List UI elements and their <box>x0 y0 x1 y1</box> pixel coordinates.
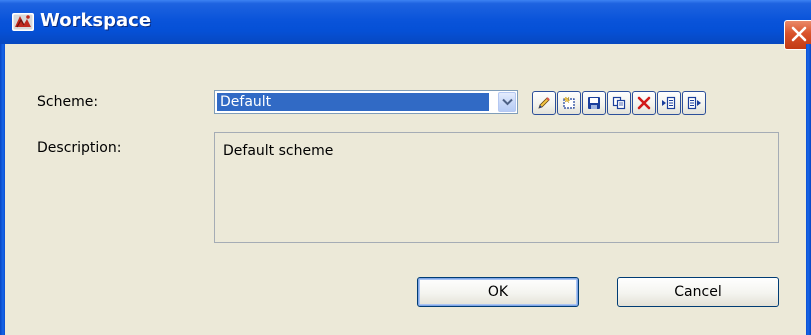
description-label: Description: <box>37 140 122 156</box>
description-text: Default scheme <box>223 143 334 159</box>
save-icon <box>588 97 600 109</box>
close-icon <box>791 26 807 42</box>
delete-scheme-button[interactable] <box>632 91 656 115</box>
window-frame-right <box>806 44 811 335</box>
scheme-dropdown-button[interactable] <box>498 92 516 112</box>
save-scheme-button[interactable] <box>582 91 606 115</box>
import-icon <box>662 96 676 110</box>
export-scheme-button[interactable] <box>682 91 706 115</box>
new-scheme-icon <box>563 96 575 109</box>
scheme-label: Scheme: <box>37 94 99 110</box>
import-scheme-button[interactable] <box>657 91 681 115</box>
cancel-button[interactable]: Cancel <box>617 277 779 307</box>
chevron-down-icon <box>502 98 513 106</box>
workspace-app-icon <box>12 12 34 32</box>
pencil-edit-icon <box>538 97 550 109</box>
scheme-select-value: Default <box>217 93 489 111</box>
new-scheme-button[interactable] <box>557 91 581 115</box>
title-bar[interactable]: Workspace <box>0 0 811 50</box>
scheme-select[interactable]: Default <box>214 90 518 114</box>
description-field[interactable]: Default scheme <box>214 132 779 243</box>
window-title: Workspace <box>40 10 152 31</box>
workspace-dialog: Workspace Scheme: Default Description: D… <box>0 0 811 335</box>
edit-scheme-button[interactable] <box>532 91 556 115</box>
export-icon <box>687 96 701 110</box>
copy-icon <box>612 96 626 110</box>
ok-button[interactable]: OK <box>417 277 579 307</box>
delete-icon <box>637 96 651 110</box>
copy-scheme-button[interactable] <box>607 91 631 115</box>
window-frame-left <box>0 44 5 335</box>
